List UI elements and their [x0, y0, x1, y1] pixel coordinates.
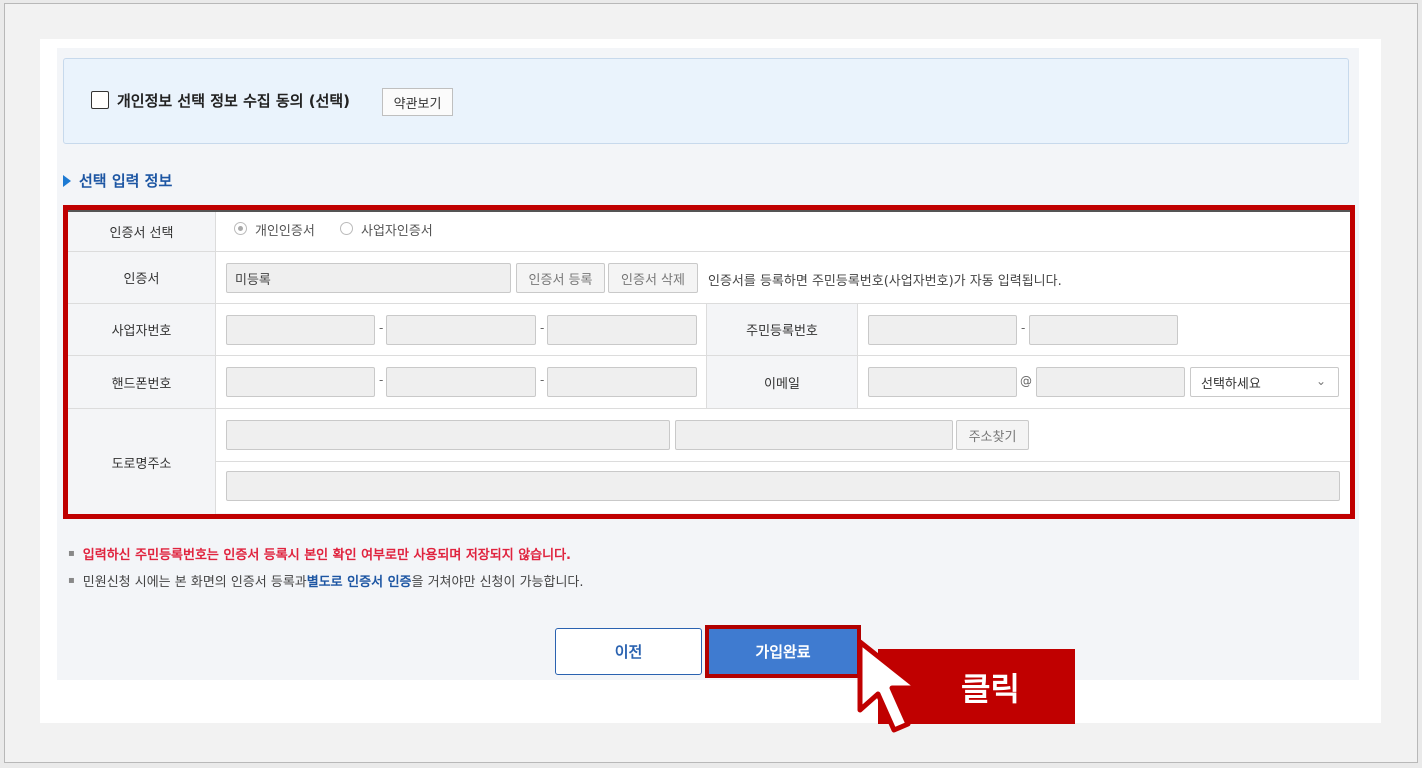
- radio-personal-cert-label[interactable]: 개인인증서: [255, 220, 315, 239]
- complete-button-highlight: 가입완료: [705, 625, 861, 678]
- triangle-right-icon: [63, 174, 71, 187]
- bullet-icon: ▪: [68, 575, 75, 586]
- certificate-hint: 인증서를 등록하면 주민등록번호(사업자번호)가 자동 입력됩니다.: [708, 274, 1062, 289]
- email-local-part[interactable]: [868, 367, 1017, 397]
- business-number-part1[interactable]: [226, 315, 375, 345]
- register-certificate-button[interactable]: 인증서 등록: [516, 263, 605, 293]
- email-label: 이메일: [706, 356, 858, 408]
- address-road-field[interactable]: [226, 420, 670, 450]
- address-search-button[interactable]: 주소찾기: [956, 420, 1029, 450]
- phone-part1[interactable]: [226, 367, 375, 397]
- consent-checkbox[interactable]: [91, 91, 109, 109]
- radio-business-cert-label[interactable]: 사업자인증서: [361, 220, 433, 239]
- address-zipcode-field[interactable]: [675, 420, 953, 450]
- note-privacy: ▪ 입력하신 주민등록번호는 인증서 등록시 본인 확인 여부로만 사용되며 저…: [68, 540, 584, 567]
- address-divider: [216, 461, 1350, 462]
- row-certificate: 인증서 미등록 인증서 등록 인증서 삭제 인증서를 등록하면 주민등록번호(사…: [68, 252, 1350, 304]
- resident-number-part1[interactable]: [868, 315, 1017, 345]
- notes: ▪ 입력하신 주민등록번호는 인증서 등록시 본인 확인 여부로만 사용되며 저…: [68, 540, 584, 594]
- row-address: 도로명주소 주소찾기: [68, 409, 1350, 515]
- view-terms-button[interactable]: 약관보기: [382, 88, 453, 116]
- separator-dash: -: [540, 321, 545, 335]
- optional-info-form: 인증서 선택 개인인증서 사업자인증서 인증서 미등록 인증서 등록 인증서 삭…: [68, 210, 1350, 515]
- certificate-label: 인증서: [68, 252, 216, 303]
- row-business-resident: 사업자번호 - - 주민등록번호 -: [68, 304, 1350, 356]
- consent-box: 개인정보 선택 정보 수집 동의 (선택) 약관보기: [63, 58, 1349, 144]
- mouse-pointer-icon: [857, 639, 921, 733]
- prev-button[interactable]: 이전: [555, 628, 702, 675]
- phone-part2[interactable]: [386, 367, 536, 397]
- phone-label: 핸드폰번호: [68, 356, 216, 408]
- note-application-before: 민원신청 시에는 본 화면의 인증서 등록과: [82, 575, 307, 590]
- at-sign: @: [1020, 374, 1032, 388]
- separator-dash: -: [1021, 321, 1026, 335]
- cert-select-label: 인증서 선택: [68, 212, 216, 251]
- delete-certificate-button[interactable]: 인증서 삭제: [608, 263, 698, 293]
- address-detail-field[interactable]: [226, 471, 1340, 501]
- row-phone-email: 핸드폰번호 - - 이메일 @ 선택하세요 ⌄: [68, 356, 1350, 409]
- phone-part3[interactable]: [547, 367, 697, 397]
- separator-dash: -: [379, 373, 384, 387]
- consent-label[interactable]: 개인정보 선택 정보 수집 동의 (선택): [117, 90, 350, 111]
- email-domain-field[interactable]: [1036, 367, 1185, 397]
- note-application-highlight: 별도로 인증서 인증: [306, 575, 412, 590]
- section-title: 선택 입력 정보: [63, 170, 172, 191]
- chevron-down-icon: ⌄: [1315, 374, 1326, 388]
- complete-signup-button[interactable]: 가입완료: [709, 629, 857, 674]
- note-privacy-text: 입력하신 주민등록번호는 인증서 등록시 본인 확인 여부로만 사용되며 저장되…: [82, 548, 571, 563]
- business-number-label: 사업자번호: [68, 304, 216, 355]
- address-label: 도로명주소: [68, 409, 216, 515]
- row-cert-select: 인증서 선택 개인인증서 사업자인증서: [68, 212, 1350, 252]
- separator-dash: -: [540, 373, 545, 387]
- resident-number-label: 주민등록번호: [706, 304, 858, 355]
- bullet-icon: ▪: [68, 548, 75, 559]
- note-application-after: 을 거쳐야만 신청이 가능합니다.: [411, 575, 584, 590]
- certificate-status-field: 미등록: [226, 263, 511, 293]
- email-domain-select-value: 선택하세요: [1201, 376, 1261, 392]
- separator-dash: -: [379, 321, 384, 335]
- section-title-text: 선택 입력 정보: [79, 172, 173, 190]
- email-domain-select[interactable]: 선택하세요 ⌄: [1190, 367, 1339, 397]
- business-number-part2[interactable]: [386, 315, 536, 345]
- resident-number-part2[interactable]: [1029, 315, 1178, 345]
- radio-personal-cert[interactable]: [234, 222, 247, 235]
- radio-business-cert[interactable]: [340, 222, 353, 235]
- note-application: ▪ 민원신청 시에는 본 화면의 인증서 등록과 별도로 인증서 인증 을 거쳐야…: [68, 567, 584, 594]
- business-number-part3[interactable]: [547, 315, 697, 345]
